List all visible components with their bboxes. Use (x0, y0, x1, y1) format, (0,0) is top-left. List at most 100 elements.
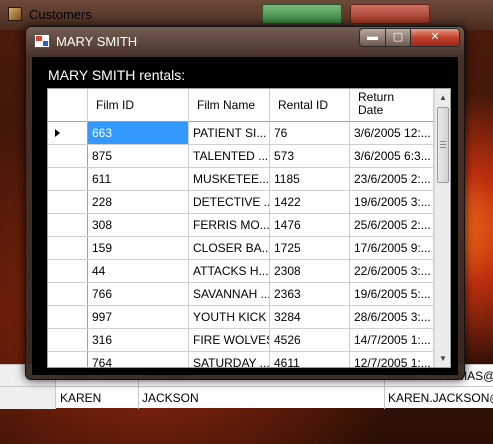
rental-row[interactable]: 611 MUSKETEE... 1185 23/6/2005 2:... (48, 168, 434, 191)
cell-film-id[interactable]: 159 (88, 237, 189, 259)
cell-film-name[interactable]: SATURDAY ... (189, 352, 270, 367)
cell-film-id[interactable]: 611 (88, 168, 189, 190)
cell-return-date[interactable]: 3/6/2005 6:3... (350, 145, 434, 167)
rentals-dialog: MARY SMITH ▬ ▢ ✕ MARY SMITH rentals: Fil… (25, 26, 465, 380)
rental-row[interactable]: 228 DETECTIVE ... 1422 19/6/2005 3:... (48, 191, 434, 214)
cell-rental-id[interactable]: 2308 (270, 260, 350, 282)
cell-film-id[interactable]: 44 (88, 260, 189, 282)
column-header-film-id[interactable]: Film ID (88, 89, 189, 122)
grid-header: Film ID Film Name Rental ID Return Date (48, 89, 434, 122)
customers-green-button[interactable] (262, 4, 342, 24)
column-header-return-date[interactable]: Return Date (350, 89, 434, 122)
cell-film-name[interactable]: YOUTH KICK (189, 306, 270, 328)
grip-line (440, 141, 446, 142)
cell-film-name[interactable]: ATTACKS H... (189, 260, 270, 282)
grip-line (440, 147, 446, 148)
rental-row[interactable]: 44 ATTACKS H... 2308 22/6/2005 3:... (48, 260, 434, 283)
close-button[interactable]: ✕ (410, 28, 460, 47)
cell-rental-id[interactable]: 1185 (270, 168, 350, 190)
cell-rental-id[interactable]: 573 (270, 145, 350, 167)
grid-line (384, 387, 385, 409)
cell-film-name[interactable]: MUSKETEE... (189, 168, 270, 190)
cell-rental-id[interactable]: 4611 (270, 352, 350, 367)
cell-return-date[interactable]: 23/6/2005 2:... (350, 168, 434, 190)
row-header[interactable] (48, 352, 88, 367)
cell-film-name[interactable]: PATIENT SI... (189, 122, 270, 144)
rental-row[interactable]: 997 YOUTH KICK 3284 28/6/2005 3:... (48, 306, 434, 329)
cell-rental-id[interactable]: 3284 (270, 306, 350, 328)
cell-rental-id[interactable]: 76 (270, 122, 350, 144)
row-header[interactable] (48, 122, 88, 144)
cell-film-name[interactable]: DETECTIVE ... (189, 191, 270, 213)
cell-rental-id[interactable]: 2363 (270, 283, 350, 305)
minimize-button[interactable]: ▬ (359, 28, 386, 47)
cell-film-id[interactable]: 997 (88, 306, 189, 328)
cell-return-date[interactable]: 17/6/2005 9:... (350, 237, 434, 259)
cell-rental-id[interactable]: 1725 (270, 237, 350, 259)
column-header-label: Rental ID (278, 98, 329, 112)
app-icon (8, 7, 22, 21)
row-header[interactable] (48, 145, 88, 167)
customers-red-button[interactable] (350, 4, 430, 24)
row-header[interactable] (48, 306, 88, 328)
cell-film-name[interactable]: FERRIS MO... (189, 214, 270, 236)
rental-row[interactable]: 663 PATIENT SI... 76 3/6/2005 12:... (48, 122, 434, 145)
row-header[interactable] (48, 329, 88, 351)
row-header[interactable] (48, 214, 88, 236)
column-header-film-name[interactable]: Film Name (189, 89, 270, 122)
cell-film-id[interactable]: 766 (88, 283, 189, 305)
cell-return-date[interactable]: 12/7/2005 1:... (350, 352, 434, 367)
scroll-up-icon[interactable]: ▲ (435, 89, 450, 106)
cell-film-name[interactable]: TALENTED ... (189, 145, 270, 167)
cell-film-id[interactable]: 228 (88, 191, 189, 213)
cell-film-name[interactable]: CLOSER BA... (189, 237, 270, 259)
rental-row[interactable]: 766 SAVANNAH ... 2363 19/6/2005 5:... (48, 283, 434, 306)
rental-row[interactable]: 875 TALENTED ... 573 3/6/2005 6:3... (48, 145, 434, 168)
cell-return-date[interactable]: 22/6/2005 3:... (350, 260, 434, 282)
cell-film-name[interactable]: SAVANNAH ... (189, 283, 270, 305)
customer-last-name: JACKSON (142, 391, 199, 405)
rentals-grid[interactable]: Film ID Film Name Rental ID Return Date … (47, 88, 451, 368)
scroll-down-icon[interactable]: ▼ (435, 350, 450, 367)
cell-return-date[interactable]: 14/7/2005 1:... (350, 329, 434, 351)
row-header[interactable] (48, 283, 88, 305)
row-header-corner[interactable] (48, 89, 88, 122)
cell-return-date[interactable]: 25/6/2005 2:... (350, 214, 434, 236)
cell-return-date[interactable]: 3/6/2005 12:... (350, 122, 434, 144)
cell-rental-id[interactable]: 1476 (270, 214, 350, 236)
row-header[interactable] (48, 237, 88, 259)
cell-return-date[interactable]: 19/6/2005 5:... (350, 283, 434, 305)
column-header-label: Film ID (96, 98, 134, 112)
cell-film-name[interactable]: FIRE WOLVES (189, 329, 270, 351)
rentals-heading: MARY SMITH rentals: (48, 67, 186, 83)
column-header-rental-id[interactable]: Rental ID (270, 89, 350, 122)
customers-window-title: Customers (29, 7, 92, 22)
row-header[interactable] (48, 260, 88, 282)
cell-film-id[interactable]: 764 (88, 352, 189, 367)
customer-row[interactable]: KAREN JACKSON KAREN.JACKSON@s (0, 386, 493, 409)
rental-row[interactable]: 159 CLOSER BA... 1725 17/6/2005 9:... (48, 237, 434, 260)
dialog-client-area: MARY SMITH rentals: Film ID Film Name Re… (32, 57, 458, 375)
rental-row[interactable]: 308 FERRIS MO... 1476 25/6/2005 2:... (48, 214, 434, 237)
row-selector[interactable] (0, 387, 56, 409)
close-icon: ✕ (430, 31, 440, 43)
cell-rental-id[interactable]: 1422 (270, 191, 350, 213)
column-header-label: Film Name (197, 98, 256, 112)
scroll-thumb[interactable] (437, 107, 449, 183)
cell-film-id[interactable]: 875 (88, 145, 189, 167)
rental-row[interactable]: 316 FIRE WOLVES 4526 14/7/2005 1:... (48, 329, 434, 352)
vertical-scrollbar[interactable]: ▲ ▼ (434, 89, 450, 367)
row-header[interactable] (48, 191, 88, 213)
cell-return-date[interactable]: 28/6/2005 3:... (350, 306, 434, 328)
maximize-button[interactable]: ▢ (385, 28, 411, 47)
cell-rental-id[interactable]: 4526 (270, 329, 350, 351)
rental-row[interactable]: 764 SATURDAY ... 4611 12/7/2005 1:... (48, 352, 434, 367)
customer-first-name: KAREN (60, 391, 102, 405)
cell-film-id[interactable]: 316 (88, 329, 189, 351)
cell-film-id[interactable]: 663 (88, 122, 189, 144)
row-header[interactable] (48, 168, 88, 190)
cell-film-id[interactable]: 308 (88, 214, 189, 236)
cell-return-date[interactable]: 19/6/2005 3:... (350, 191, 434, 213)
dialog-title: MARY SMITH (56, 34, 138, 49)
grip-line (440, 144, 446, 145)
